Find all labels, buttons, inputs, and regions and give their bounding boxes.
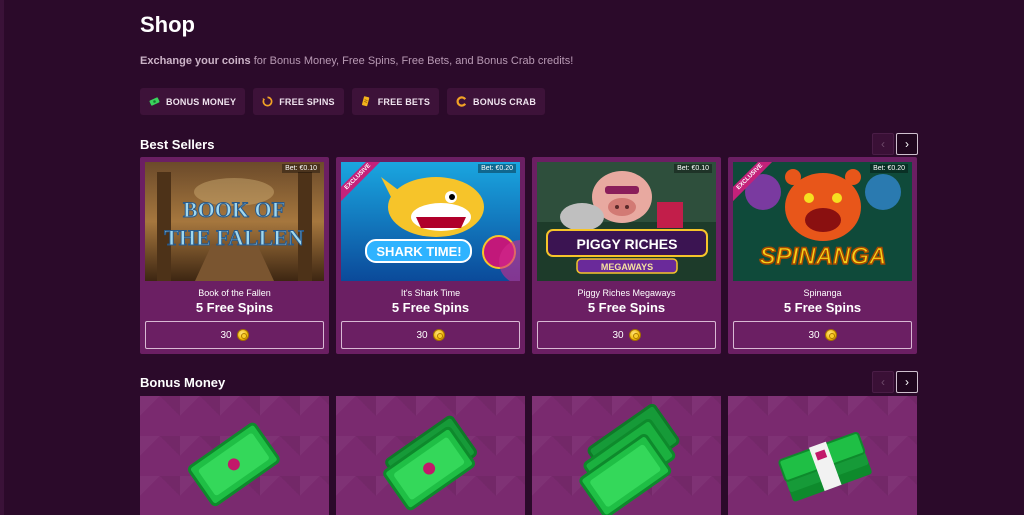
next-arrow-button[interactable]: › xyxy=(896,371,918,393)
category-filters: BONUS MONEY FREE SPINS FREE BETS BONUS C… xyxy=(140,88,546,115)
coin-icon xyxy=(824,329,837,341)
best-sellers-nav: ‹ › xyxy=(872,133,918,155)
game-thumbnail: SPINANGA EXCLUSIVE Bet: €0.20 xyxy=(733,162,912,281)
crab-icon xyxy=(456,96,467,107)
svg-text:MEGAWAYS: MEGAWAYS xyxy=(601,262,653,272)
page-title: Shop xyxy=(140,12,195,37)
product-card[interactable]: BOOK OF THE FALLEN Bet: €0.10 Book of th… xyxy=(140,157,329,354)
prev-arrow-button[interactable]: ‹ xyxy=(872,133,894,155)
filter-label: BONUS MONEY xyxy=(166,96,237,107)
filter-free-bets[interactable]: FREE BETS xyxy=(351,88,440,115)
svg-text:SPINANGA: SPINANGA xyxy=(760,243,887,270)
bonus-money-title: Bonus Money xyxy=(140,375,226,390)
price-value: 30 xyxy=(416,329,428,341)
reward-label: 5 Free Spins xyxy=(391,300,470,315)
bonus-money-card[interactable] xyxy=(336,396,525,515)
money-stack-icon xyxy=(778,432,872,502)
game-name: It's Shark Time xyxy=(400,288,461,298)
bet-label: Bet: €0.20 xyxy=(870,164,908,173)
bet-label: Bet: €0.10 xyxy=(282,164,320,173)
bonus-money-card[interactable] xyxy=(728,396,917,515)
svg-text:THE FALLEN: THE FALLEN xyxy=(164,225,304,250)
bet-label: Bet: €0.10 xyxy=(674,164,712,173)
game-thumbnail: SHARK TIME! EXCLUSIVE Bet: €0.20 xyxy=(341,162,520,281)
bonus-money-nav: ‹ › xyxy=(872,371,918,393)
filter-bonus-money[interactable]: BONUS MONEY xyxy=(140,88,246,115)
price-value: 30 xyxy=(612,329,624,341)
spin-icon xyxy=(262,96,273,107)
page-subtitle: Exchange your coins for Bonus Money, Fre… xyxy=(140,55,573,67)
banknote-icon xyxy=(187,422,280,507)
window-edge xyxy=(0,0,4,515)
ticket-icon xyxy=(361,96,369,107)
game-thumbnail: BOOK OF THE FALLEN Bet: €0.10 xyxy=(145,162,324,281)
money-icon xyxy=(149,97,160,106)
product-card[interactable]: PIGGY RICHES MEGAWAYS Bet: €0.10 Piggy R… xyxy=(532,157,721,354)
best-sellers-title: Best Sellers xyxy=(140,137,215,152)
filter-label: BONUS CRAB xyxy=(473,96,537,107)
buy-button[interactable]: 30 xyxy=(341,321,520,349)
price-value: 30 xyxy=(808,329,820,341)
bonus-money-row xyxy=(140,396,917,515)
reward-label: 5 Free Spins xyxy=(195,300,274,315)
game-name: Piggy Riches Megaways xyxy=(577,288,676,298)
banknote-icon xyxy=(383,415,477,511)
filter-free-spins[interactable]: FREE SPINS xyxy=(253,88,344,115)
subtitle-rest: for Bonus Money, Free Spins, Free Bets, … xyxy=(250,55,574,67)
game-thumbnail: PIGGY RICHES MEGAWAYS Bet: €0.10 xyxy=(537,162,716,281)
subtitle-strong: Exchange your coins xyxy=(140,55,251,67)
game-name: Spinanga xyxy=(803,288,842,298)
svg-text:SHARK TIME!: SHARK TIME! xyxy=(376,244,461,259)
bet-label: Bet: €0.20 xyxy=(478,164,516,173)
bonus-money-card[interactable] xyxy=(140,396,329,515)
next-arrow-button[interactable]: › xyxy=(896,133,918,155)
prev-arrow-button[interactable]: ‹ xyxy=(872,371,894,393)
coin-icon xyxy=(432,329,445,341)
price-value: 30 xyxy=(220,329,232,341)
banknote-icon xyxy=(579,403,680,515)
coin-icon xyxy=(628,329,641,341)
filter-bonus-crab[interactable]: BONUS CRAB xyxy=(447,88,546,115)
coin-icon xyxy=(236,329,249,341)
svg-text:PIGGY RICHES: PIGGY RICHES xyxy=(577,236,678,252)
reward-label: 5 Free Spins xyxy=(587,300,666,315)
reward-label: 5 Free Spins xyxy=(783,300,862,315)
filter-label: FREE BETS xyxy=(377,96,431,107)
game-name: Book of the Fallen xyxy=(198,288,271,298)
best-sellers-row: BOOK OF THE FALLEN Bet: €0.10 Book of th… xyxy=(140,157,917,354)
product-card[interactable]: SPINANGA EXCLUSIVE Bet: €0.20 Spinanga 5… xyxy=(728,157,917,354)
buy-button[interactable]: 30 xyxy=(537,321,716,349)
buy-button[interactable]: 30 xyxy=(733,321,912,349)
bonus-money-card[interactable] xyxy=(532,396,721,515)
filter-label: FREE SPINS xyxy=(279,96,335,107)
svg-text:BOOK OF: BOOK OF xyxy=(183,197,285,222)
buy-button[interactable]: 30 xyxy=(145,321,324,349)
product-card[interactable]: SHARK TIME! EXCLUSIVE Bet: €0.20 It's Sh… xyxy=(336,157,525,354)
